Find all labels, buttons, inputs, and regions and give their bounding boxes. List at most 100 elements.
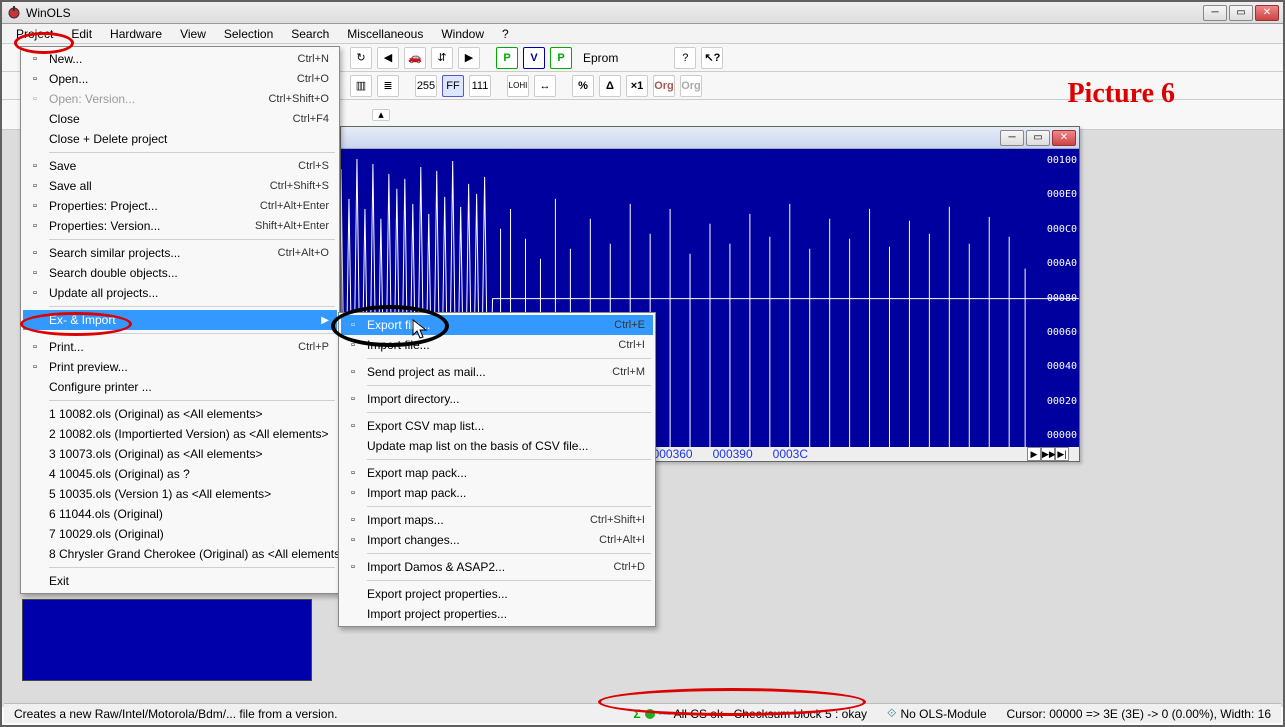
toolbar-small-up-icon[interactable]: ▴ (372, 109, 390, 121)
titlebar[interactable]: WinOLS ─ ▭ ✕ (2, 2, 1283, 24)
y-tick: 000C0 (1047, 224, 1077, 235)
menu-selection[interactable]: Selection (216, 25, 281, 43)
maps-icon: ▫ (345, 512, 361, 528)
child-window-titlebar[interactable]: ─ ▭ ✕ (341, 127, 1079, 149)
menu-item[interactable]: ▫Print preview... (23, 357, 337, 377)
toolbar-111-icon[interactable]: 111 (469, 75, 491, 97)
submenu-item[interactable]: Update map list on the basis of CSV file… (341, 436, 653, 456)
menu-search[interactable]: Search (283, 25, 337, 43)
menu-item[interactable]: ▫Search similar projects...Ctrl+Alt+O (23, 243, 337, 263)
child-maximize-button[interactable]: ▭ (1026, 130, 1050, 146)
toolbar-bars-icon[interactable]: ▥ (350, 75, 372, 97)
preview-icon: ▫ (27, 359, 43, 375)
menu-item[interactable]: ▫Open...Ctrl+O (23, 69, 337, 89)
menu-item[interactable]: 3 10073.ols (Original) as <All elements> (23, 444, 337, 464)
toolbar-car-icon[interactable]: 🚗 (404, 47, 426, 69)
child-close-button[interactable]: ✕ (1052, 130, 1076, 146)
toolbar-nav-prev-icon[interactable]: ◀ (377, 47, 399, 69)
menu-item[interactable]: ▫Properties: Version...Shift+Alt+Enter (23, 216, 337, 236)
menu-item[interactable]: 5 10035.ols (Version 1) as <All elements… (23, 484, 337, 504)
submenu-item[interactable]: ▫Import Damos & ASAP2...Ctrl+D (341, 557, 653, 577)
toolbar-delta-icon[interactable]: Δ (599, 75, 621, 97)
toolbar-updown-icon[interactable]: ⇵ (431, 47, 453, 69)
menu-item[interactable]: Close + Delete project (23, 129, 337, 149)
menu-view[interactable]: View (172, 25, 214, 43)
folder-icon: ▫ (345, 391, 361, 407)
menu-item[interactable]: 1 10082.ols (Original) as <All elements> (23, 404, 337, 424)
menu-item-label: 5 10035.ols (Version 1) as <All elements… (49, 487, 271, 501)
toolbar-lines-icon[interactable]: ≣ (377, 75, 399, 97)
print-icon: ▫ (27, 339, 43, 355)
menu-item[interactable]: Configure printer ... (23, 377, 337, 397)
maximize-button[interactable]: ▭ (1229, 5, 1253, 21)
menu-item[interactable]: ▫Open: Version...Ctrl+Shift+O (23, 89, 337, 109)
menu-misc[interactable]: Miscellaneous (339, 25, 431, 43)
menu-item[interactable]: ▫Save allCtrl+Shift+S (23, 176, 337, 196)
menu-help[interactable]: ? (494, 25, 517, 43)
menu-item[interactable]: ▫Properties: Project...Ctrl+Alt+Enter (23, 196, 337, 216)
minimize-button[interactable]: ─ (1203, 5, 1227, 21)
menu-item-label: 8 Chrysler Grand Cherokee (Original) as … (49, 547, 347, 561)
toolbar-v-icon[interactable]: V (523, 47, 545, 69)
menu-item[interactable]: ▫Update all projects... (23, 283, 337, 303)
submenu-item[interactable]: Export project properties... (341, 584, 653, 604)
close-button[interactable]: ✕ (1255, 5, 1279, 21)
export-import-submenu: ▫Export file...Ctrl+E▫Import file...Ctrl… (338, 312, 656, 627)
toolbar-nav-next-icon[interactable]: ▶ (458, 47, 480, 69)
menu-item[interactable]: Ex- & Import▶ (23, 310, 337, 330)
submenu-item[interactable]: ▫Export file...Ctrl+E (341, 315, 653, 335)
menu-item[interactable]: ▫Print...Ctrl+P (23, 337, 337, 357)
child-minimize-button[interactable]: ─ (1000, 130, 1024, 146)
submenu-item[interactable]: ▫Export CSV map list... (341, 416, 653, 436)
submenu-item[interactable]: ▫Import file...Ctrl+I (341, 335, 653, 355)
menu-item[interactable]: CloseCtrl+F4 (23, 109, 337, 129)
menu-project[interactable]: Project (8, 25, 61, 43)
end-button[interactable]: ▶| (1055, 447, 1069, 461)
y-tick: 00080 (1047, 293, 1077, 304)
menu-item[interactable]: 7 10029.ols (Original) (23, 524, 337, 544)
menu-hardware[interactable]: Hardware (102, 25, 170, 43)
submenu-item-shortcut: Ctrl+Alt+I (599, 534, 645, 546)
menu-item[interactable]: 6 11044.ols (Original) (23, 504, 337, 524)
next-button[interactable]: ▶▶ (1041, 447, 1055, 461)
toolbar-lohi-icon[interactable]: LOHI (507, 75, 529, 97)
toolbar-refresh-icon[interactable]: ↻ (350, 47, 372, 69)
menu-window[interactable]: Window (433, 25, 492, 43)
toolbar-x1-icon[interactable]: ×1 (626, 75, 648, 97)
toolbar-percent-icon[interactable]: % (572, 75, 594, 97)
menu-item[interactable]: ▫SaveCtrl+S (23, 156, 337, 176)
submenu-item-label: Export project properties... (367, 587, 508, 601)
submenu-item-label: Import directory... (367, 392, 459, 406)
status-cursor: Cursor: 00000 => 3E (3E) -> 0 (0.00%), W… (1001, 707, 1277, 721)
submenu-item[interactable]: ▫Export map pack... (341, 463, 653, 483)
submenu-item[interactable]: Import project properties... (341, 604, 653, 624)
submenu-item[interactable]: ▫Import maps...Ctrl+Shift+I (341, 510, 653, 530)
menu-edit[interactable]: Edit (63, 25, 100, 43)
menu-item-shortcut: Shift+Alt+Enter (255, 220, 329, 232)
menu-item[interactable]: 4 10045.ols (Original) as ? (23, 464, 337, 484)
menu-item[interactable]: ▫New...Ctrl+N (23, 49, 337, 69)
toolbar-p-icon[interactable]: P (496, 47, 518, 69)
menu-item[interactable]: ▫Search double objects... (23, 263, 337, 283)
toolbar-p2-icon[interactable]: P (550, 47, 572, 69)
toolbar-whatsthis-icon[interactable]: ↖? (701, 47, 723, 69)
toolbar-helpbubble-icon[interactable]: ? (674, 47, 696, 69)
submenu-item[interactable]: ▫Import changes...Ctrl+Alt+I (341, 530, 653, 550)
submenu-item[interactable]: ▫ Import directory... (341, 389, 653, 409)
toolbar-org2-icon[interactable]: Org (680, 75, 702, 97)
toolbar-ff-icon[interactable]: FF (442, 75, 464, 97)
menu-item[interactable]: Exit (23, 571, 337, 591)
toolbar-org-icon[interactable]: Org (653, 75, 675, 97)
toolbar-dash-icon[interactable]: ↔ (534, 75, 556, 97)
y-tick: 00000 (1047, 430, 1077, 441)
play-button[interactable]: ▶ (1027, 447, 1041, 461)
submenu-item[interactable]: ▫Import map pack... (341, 483, 653, 503)
submenu-item[interactable]: ▫Send project as mail...Ctrl+M (341, 362, 653, 382)
toolbar-255-icon[interactable]: 255 (415, 75, 437, 97)
x-tick: 000360 (653, 447, 693, 461)
menu-item-shortcut: Ctrl+O (297, 73, 329, 85)
menu-item[interactable]: 2 10082.ols (Importierted Version) as <A… (23, 424, 337, 444)
overview-preview[interactable] (22, 599, 312, 681)
menu-item[interactable]: 8 Chrysler Grand Cherokee (Original) as … (23, 544, 337, 564)
toolbar-eprom-label[interactable]: Eprom (577, 51, 624, 65)
